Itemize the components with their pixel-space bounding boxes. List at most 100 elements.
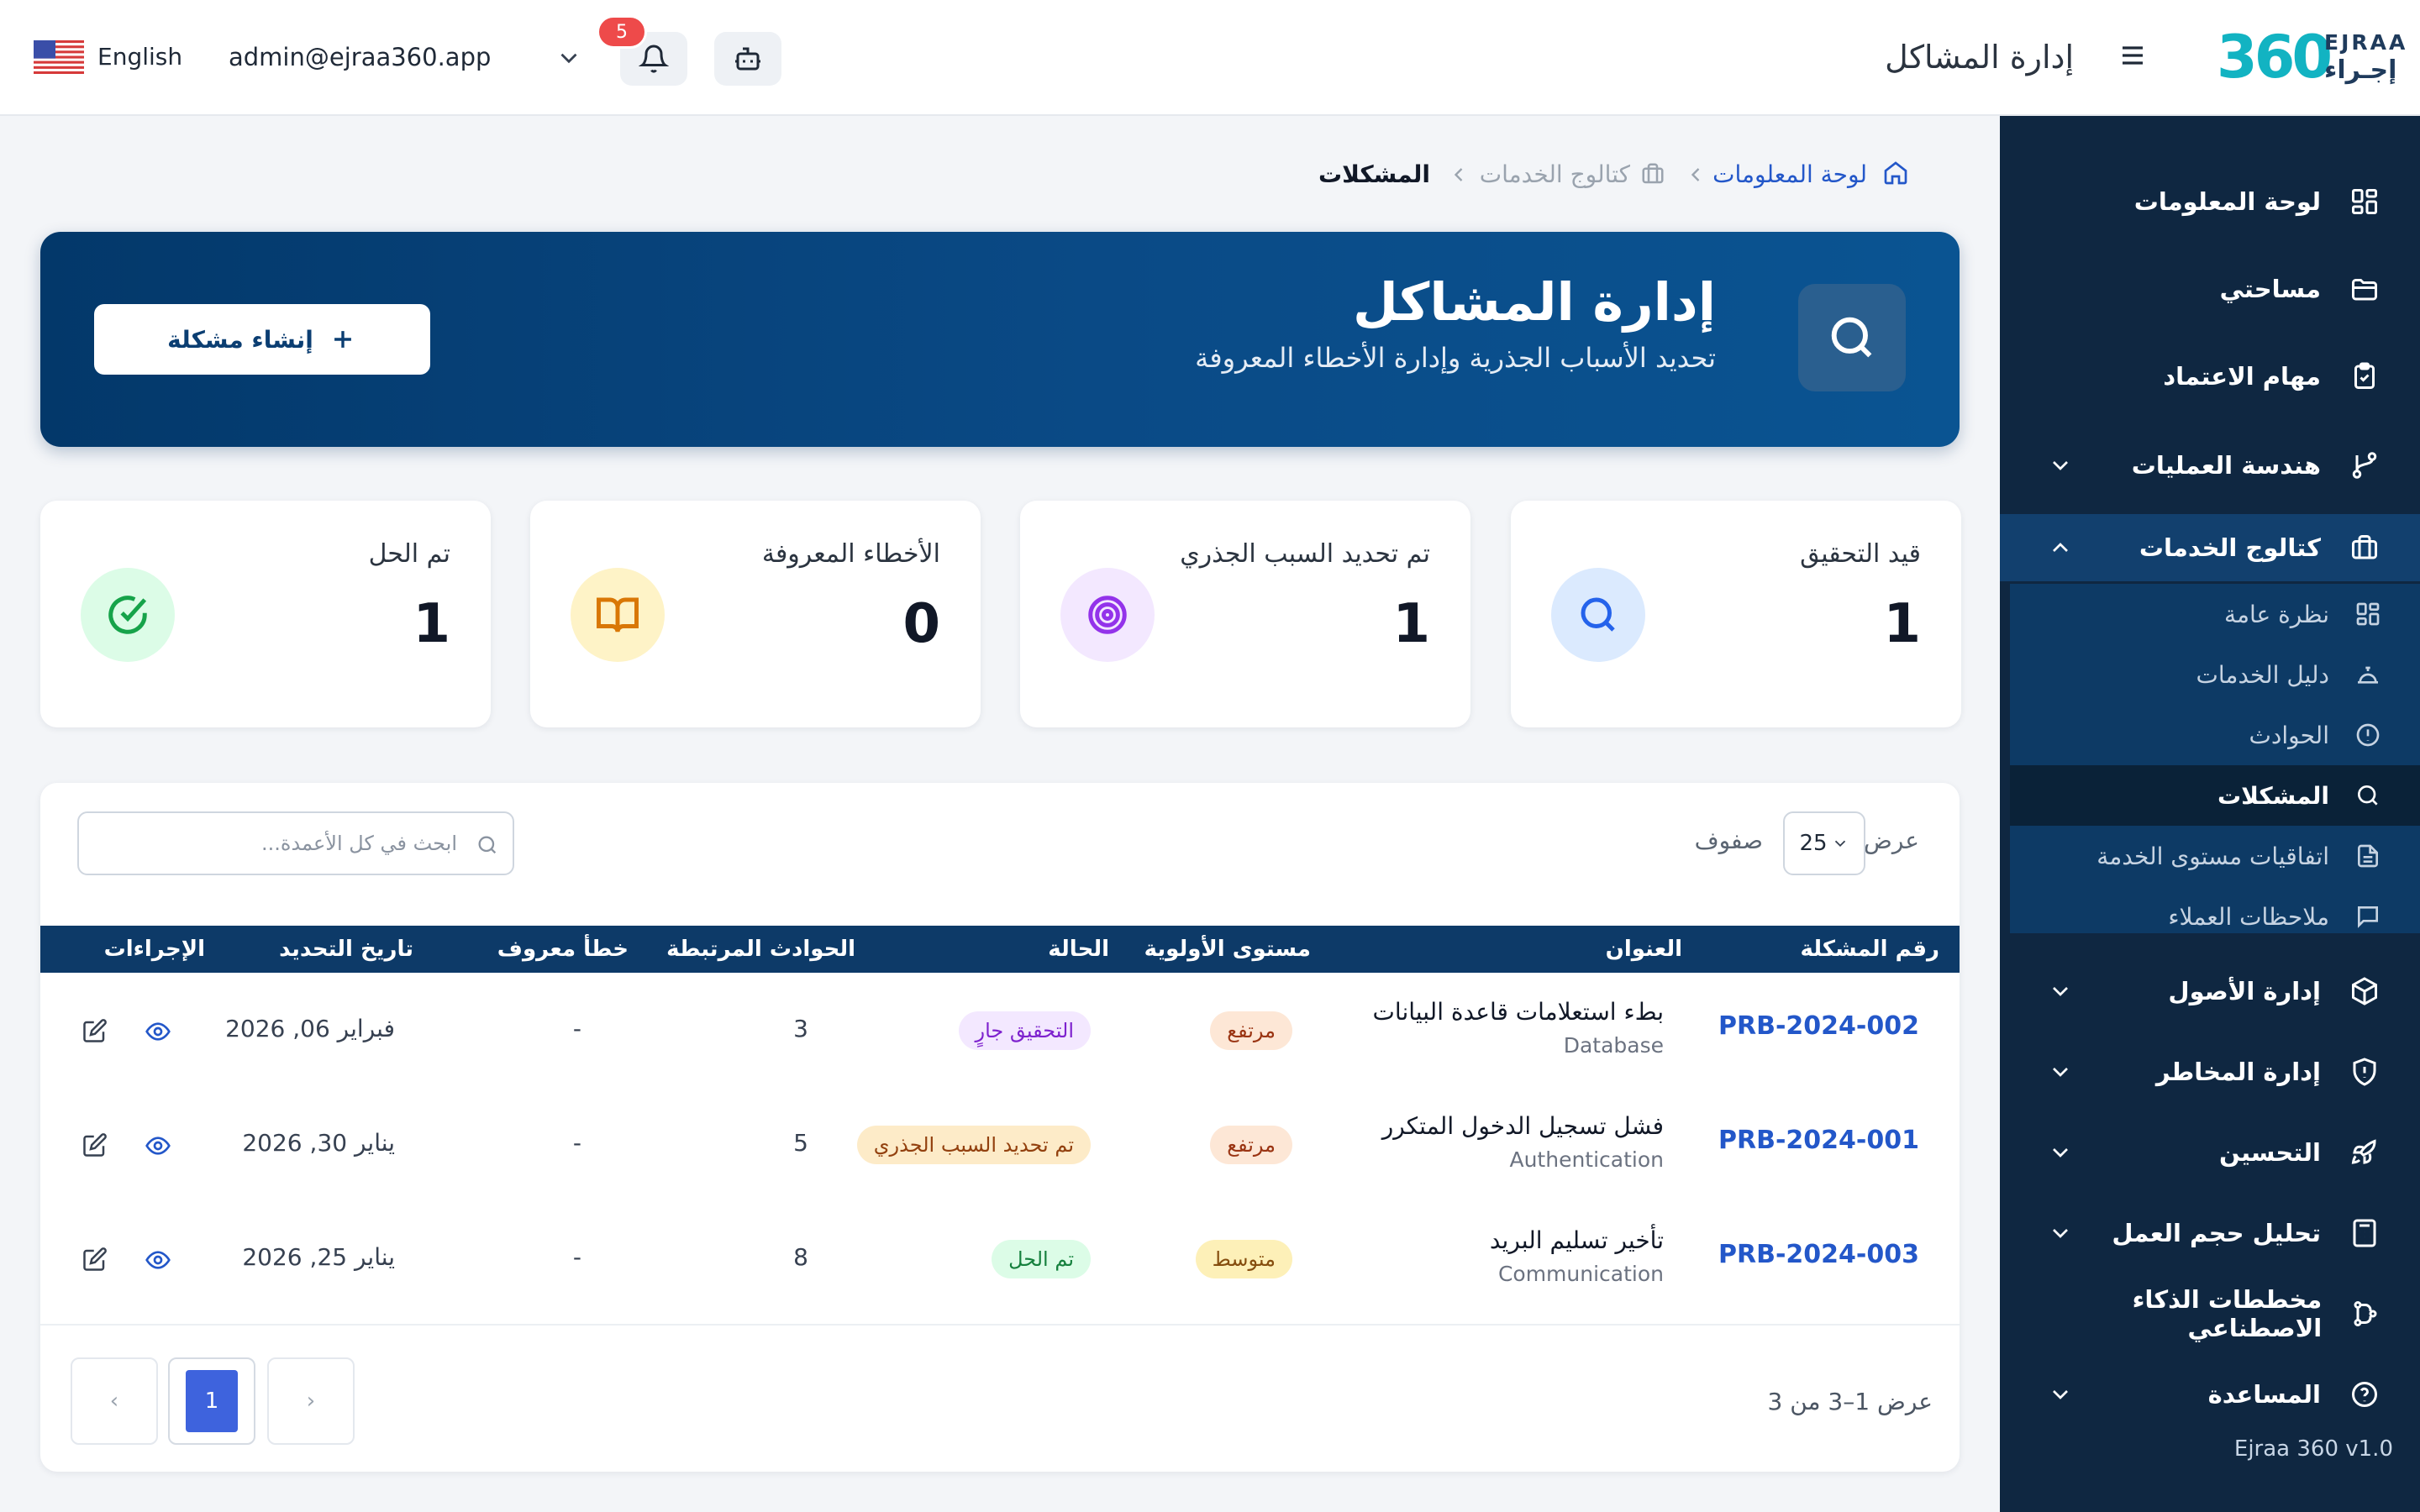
sidebar-item-my-space[interactable]: مساحتي xyxy=(2000,255,2420,323)
column-header-actions: الإجراءات xyxy=(103,937,205,962)
breadcrumb-current: المشكلات xyxy=(1318,160,1430,188)
chevron-down-icon[interactable] xyxy=(555,44,583,72)
pagination-next-label: › xyxy=(306,1389,316,1414)
sidebar-subitem-problems[interactable]: المشكلات xyxy=(2010,765,2420,826)
problem-category: Authentication xyxy=(1509,1147,1664,1172)
sidebar-item-asset-management[interactable]: إدارة الأصول xyxy=(2000,958,2420,1025)
sidebar-item-improvement[interactable]: التحسين xyxy=(2000,1119,2420,1186)
page-size-select[interactable]: 25 xyxy=(1783,811,1865,875)
problem-title: بطء استعلامات قاعدة البيانات xyxy=(1372,998,1664,1026)
edit-icon[interactable] xyxy=(82,1247,108,1272)
stat-value: 0 xyxy=(902,593,940,655)
sidebar-item-label: مخططات الذكاء الاصطناعي xyxy=(2132,1285,2323,1342)
home-icon[interactable] xyxy=(1882,160,1909,186)
breadcrumb-home[interactable]: لوحة المعلومات xyxy=(1712,158,1867,192)
sidebar-subitem-service-directory[interactable]: دليل الخدمات xyxy=(2010,644,2420,705)
problem-id-link[interactable]: PRB-2024-001 xyxy=(1718,1126,1919,1155)
sidebar-item-label: كتالوج الخدمات xyxy=(2139,533,2321,562)
chevron-left-icon xyxy=(1684,163,1707,186)
column-header-status[interactable]: الحالة xyxy=(1048,926,1109,973)
sidebar-item-approval-tasks[interactable]: مهام الاعتماد xyxy=(2000,343,2420,410)
stat-card-resolved: تم الحل 1 xyxy=(40,501,491,727)
chevron-left-icon xyxy=(1447,163,1470,186)
problem-title: تأخير تسليم البريد xyxy=(1489,1226,1664,1254)
us-flag-icon[interactable] xyxy=(34,40,84,74)
sidebar-item-label: لوحة المعلومات xyxy=(2133,187,2321,216)
user-email[interactable]: admin@ejraa360.app xyxy=(229,40,491,74)
problem-title: فشل تسجيل الدخول المتكرر xyxy=(1381,1112,1664,1140)
priority-badge: مرتفع xyxy=(1210,1011,1292,1050)
sidebar-subitem-sla[interactable]: اتفاقيات مستوى الخدمة xyxy=(2010,826,2420,886)
column-header-priority[interactable]: مستوى الأولوية xyxy=(1144,926,1311,973)
sidebar-item-dashboard[interactable]: لوحة المعلومات xyxy=(2000,168,2420,235)
sidebar-item-help[interactable]: المساعدة xyxy=(2000,1361,2420,1428)
hero-title: إدارة المشاكل xyxy=(1352,271,1716,333)
file-text-icon xyxy=(2353,841,2383,871)
logo-text-ar: إجـراء xyxy=(2324,55,2397,85)
bell-service-icon xyxy=(2353,659,2383,690)
pagination-next-button[interactable]: › xyxy=(267,1357,355,1445)
breadcrumb-catalog[interactable]: كتالوج الخدمات xyxy=(1480,158,1630,192)
book-open-icon xyxy=(571,568,665,662)
edit-icon[interactable] xyxy=(82,1132,108,1158)
column-header-title[interactable]: العنوان xyxy=(1606,926,1682,973)
known-error-value: - xyxy=(572,1243,581,1271)
folder-icon xyxy=(2348,272,2381,306)
problems-table-panel: ابحث في كل الأعمدة... عرض 25 صفوف رقم ال… xyxy=(40,783,1960,1472)
sidebar-subitem-overview[interactable]: نظرة عامة xyxy=(2010,584,2420,644)
sidebar-item-ai-diagrams[interactable]: مخططات الذكاء الاصطناعي xyxy=(2000,1280,2420,1347)
stat-label: تم الحل xyxy=(368,539,450,569)
search-icon xyxy=(476,833,499,857)
view-eye-icon[interactable] xyxy=(145,1132,171,1159)
problem-id-link[interactable]: PRB-2024-003 xyxy=(1718,1240,1919,1269)
linked-incidents-count: 8 xyxy=(793,1243,808,1271)
create-problem-button[interactable]: إنشاء مشكلة xyxy=(94,304,430,375)
sidebar-item-risk-management[interactable]: إدارة المخاطر xyxy=(2000,1038,2420,1105)
sidebar-item-service-catalog[interactable]: كتالوج الخدمات xyxy=(2000,514,2420,581)
pagination-prev-label: ‹ xyxy=(109,1389,119,1414)
logo-text-en: EJRAA xyxy=(2324,30,2408,55)
view-eye-icon[interactable] xyxy=(145,1018,171,1045)
column-header-updated[interactable]: تاريخ التحديد xyxy=(279,926,413,973)
table-row[interactable]: PRB-2024-002 بطء استعلامات قاعدة البيانا… xyxy=(40,973,1960,1087)
sidebar-subitem-incidents[interactable]: الحوادث xyxy=(2010,705,2420,765)
problem-id-link[interactable]: PRB-2024-002 xyxy=(1718,1011,1919,1041)
hero-banner: إدارة المشاكل تحديد الأسباب الجذرية وإدا… xyxy=(40,232,1960,447)
known-error-value: - xyxy=(572,1015,581,1042)
rocket-icon xyxy=(2348,1136,2381,1169)
language-label[interactable]: English xyxy=(97,40,182,74)
priority-badge: مرتفع xyxy=(1210,1126,1292,1164)
table-footer-divider xyxy=(40,1324,1960,1326)
clipboard-check-icon xyxy=(2348,360,2381,393)
chevron-down-icon xyxy=(2047,452,2074,479)
page-title: إدارة المشاكل xyxy=(1885,39,2074,76)
sidebar-item-process-engineering[interactable]: هندسة العمليات xyxy=(2000,432,2420,499)
sidebar-item-workload-analysis[interactable]: تحليل حجم العمل xyxy=(2000,1200,2420,1267)
page-size-rows-label: صفوف xyxy=(1694,827,1763,854)
table-row[interactable]: PRB-2024-003 تأخير تسليم البريد Communic… xyxy=(40,1201,1960,1315)
pagination-prev-button[interactable]: ‹ xyxy=(71,1357,158,1445)
stat-card-investigating: قيد التحقيق 1 xyxy=(1511,501,1961,727)
status-badge: تم تحديد السبب الجذري xyxy=(856,1126,1091,1164)
stat-label: قيد التحقيق xyxy=(1800,539,1921,569)
logo-number[interactable]: 360 xyxy=(2217,22,2333,92)
sidebar-subitem-customer-feedback[interactable]: ملاحظات العملاء xyxy=(2010,886,2420,947)
search-placeholder: ابحث في كل الأعمدة... xyxy=(261,832,457,855)
edit-icon[interactable] xyxy=(82,1018,108,1043)
assistant-bot-button[interactable] xyxy=(714,32,781,86)
priority-badge: متوسط xyxy=(1195,1240,1292,1278)
page-size-show-label: عرض xyxy=(1863,827,1919,854)
table-row[interactable]: PRB-2024-001 فشل تسجيل الدخول المتكرر Au… xyxy=(40,1087,1960,1201)
table-search-input[interactable]: ابحث في كل الأعمدة... xyxy=(77,811,514,875)
column-header-known-error[interactable]: خطأ معروف xyxy=(497,926,629,973)
pagination-page-button[interactable]: 1 xyxy=(168,1357,255,1445)
chevron-down-icon xyxy=(2047,1058,2074,1085)
column-header-incidents[interactable]: الحوادث المرتبطة xyxy=(666,926,855,973)
chevron-up-icon xyxy=(2047,534,2074,561)
view-eye-icon[interactable] xyxy=(145,1247,171,1273)
stat-card-known-errors: الأخطاء المعروفة 0 xyxy=(530,501,981,727)
page-size-value: 25 xyxy=(1799,831,1828,856)
sidebar-subitem-label: المشكلات xyxy=(2217,781,2329,810)
column-header-id[interactable]: رقم المشكلة xyxy=(1801,926,1940,973)
menu-toggle-icon[interactable] xyxy=(2118,40,2148,71)
